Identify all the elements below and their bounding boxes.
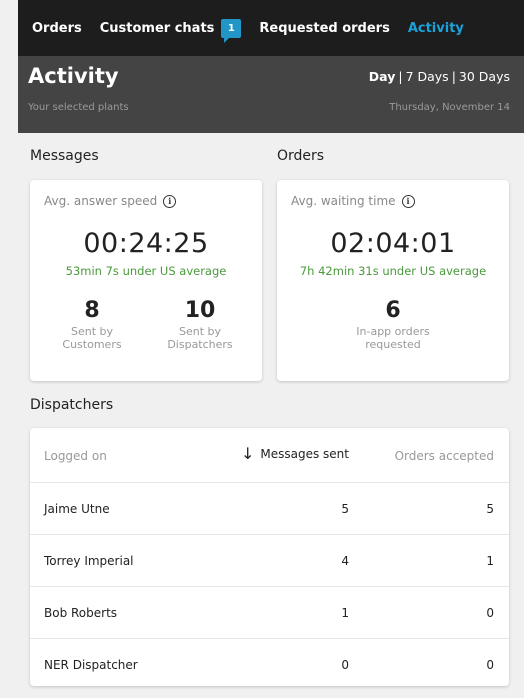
avg-waiting-time-value: 02:04:01 [330, 228, 456, 259]
in-app-orders-stat: 6 In-app orders requested [277, 298, 509, 351]
stat-label-line: Customers [62, 338, 122, 351]
avg-waiting-time-text: Avg. waiting time [291, 194, 396, 208]
avg-answer-speed-text: Avg. answer speed [44, 194, 158, 208]
orders-accepted-cell: 0 [486, 606, 494, 620]
top-navigation: Orders Customer chats 1 Requested orders … [18, 0, 524, 56]
range-separator: | [398, 69, 403, 84]
avg-answer-speed-label: Avg. answer speed i [44, 194, 177, 208]
range-day-option[interactable]: Day [369, 69, 396, 84]
tab-requested-orders[interactable]: Requested orders [259, 21, 389, 36]
orders-section-title: Orders [277, 148, 325, 164]
column-orders-accepted[interactable]: Orders accepted [395, 449, 494, 463]
orders-card: Avg. waiting time i 02:04:01 7h 42min 31… [277, 180, 509, 381]
stat-label-line: Sent by [70, 325, 114, 338]
messages-sent-cell: 0 [341, 658, 349, 672]
column-logged-on[interactable]: Logged on [44, 449, 107, 463]
dispatcher-name: Bob Roberts [44, 606, 118, 620]
stat-label-line: Dispatchers [167, 338, 233, 351]
tab-orders[interactable]: Orders [32, 21, 82, 36]
stat-label-line: requested [365, 338, 421, 351]
answer-speed-comparison: 53min 7s under US average [65, 264, 227, 278]
unread-chat-badge: 1 [221, 18, 242, 43]
stat-label-line: In-app orders [356, 325, 430, 338]
sent-by-dispatchers-stat: 10 Sent by Dispatchers [155, 298, 245, 351]
range-30-days-option[interactable]: 30 Days [459, 69, 510, 84]
arrow-down-icon: ↓ [240, 444, 255, 463]
tab-customer-chats-label: Customer chats [99, 20, 215, 36]
column-messages-sent[interactable]: ↓ Messages sent [240, 444, 349, 463]
messages-sent-cell: 1 [341, 606, 349, 620]
current-date: Thursday, November 14 [389, 102, 510, 113]
column-messages-sent-label: Messages sent [260, 447, 349, 461]
messages-sent-cell: 5 [341, 502, 349, 516]
table-row: Torrey Imperial 4 1 [30, 535, 509, 587]
sent-by-dispatchers-value: 10 [184, 298, 216, 323]
waiting-time-comparison: 7h 42min 31s under US average [299, 264, 487, 278]
messages-section-title: Messages [30, 148, 99, 164]
dispatcher-name: Torrey Imperial [44, 554, 134, 568]
stat-label-line: Sent by [178, 325, 222, 338]
avg-answer-speed-value: 00:24:25 [83, 228, 209, 259]
table-row: Bob Roberts 1 0 [30, 587, 509, 639]
page-subtitle: Your selected plants [28, 102, 129, 113]
page-header: Activity Your selected plants Day | 7 Days… [18, 56, 524, 133]
orders-accepted-cell: 0 [486, 658, 494, 672]
in-app-orders-value: 6 [385, 298, 401, 323]
table-row: Jaime Utne 5 5 [30, 483, 509, 535]
tab-requested-orders-label: Requested orders [259, 20, 390, 36]
dispatchers-table: Logged on ↓ Messages sent Orders accepted… [30, 428, 509, 686]
orders-accepted-cell: 5 [486, 502, 494, 516]
messages-sent-cell: 4 [341, 554, 349, 568]
orders-accepted-cell: 1 [486, 554, 494, 568]
page-title: Activity [28, 64, 119, 88]
table-row: NER Dispatcher 0 0 [30, 639, 509, 691]
sent-by-customers-stat: 8 Sent by Customers [52, 298, 132, 351]
range-separator: | [451, 69, 456, 84]
tab-activity-label: Activity [407, 20, 464, 36]
dispatcher-name: NER Dispatcher [44, 658, 138, 672]
tab-orders-label: Orders [32, 20, 82, 36]
avg-waiting-time-label: Avg. waiting time i [291, 194, 415, 208]
time-range-selector: Day | 7 Days | 30 Days [369, 69, 510, 84]
range-7-days-option[interactable]: 7 Days [406, 69, 449, 84]
sent-by-customers-label: Sent by Customers [52, 325, 132, 351]
dispatcher-name: Jaime Utne [44, 502, 110, 516]
info-icon[interactable]: i [163, 194, 177, 208]
dispatchers-section-title: Dispatchers [30, 397, 114, 413]
in-app-orders-label: In-app orders requested [277, 325, 509, 351]
sent-by-dispatchers-label: Sent by Dispatchers [155, 325, 245, 351]
info-icon[interactable]: i [401, 194, 415, 208]
tab-customer-chats[interactable]: Customer chats 1 [99, 18, 242, 43]
sent-by-customers-value: 8 [84, 298, 100, 323]
messages-card: Avg. answer speed i 00:24:25 53min 7s un… [30, 180, 262, 381]
tab-activity[interactable]: Activity [408, 21, 464, 36]
table-header-row: Logged on ↓ Messages sent Orders accepted [30, 428, 509, 483]
